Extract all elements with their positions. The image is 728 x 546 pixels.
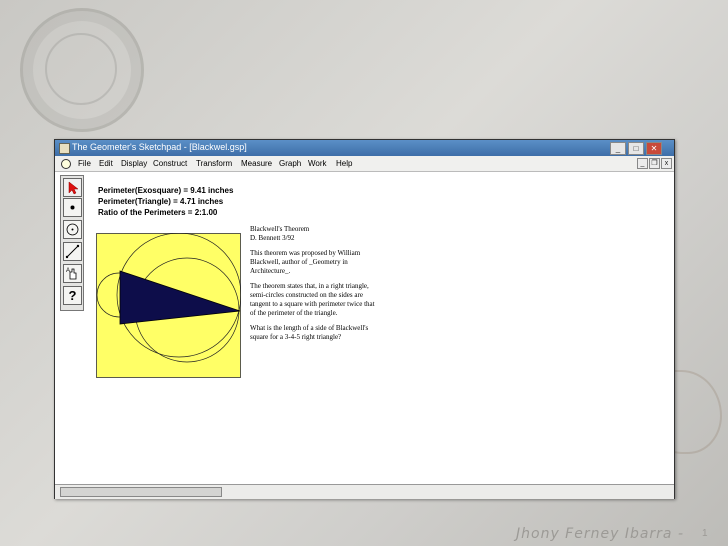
perimeter-triangle-readout[interactable]: Perimeter(Triangle) = 4.71 inches xyxy=(98,196,233,207)
theorem-caption[interactable]: Blackwell's Theorem D. Bennett 3/92 This … xyxy=(250,225,380,348)
caption-paragraph-3: The theorem states that, in a right tria… xyxy=(250,282,375,317)
toolbox: A ? xyxy=(60,175,84,311)
straightedge-tool[interactable] xyxy=(63,242,82,261)
maximize-button[interactable]: □ xyxy=(628,142,644,155)
help-tool[interactable]: ? xyxy=(63,286,82,305)
close-button[interactable]: ✕ xyxy=(646,142,662,155)
footer-author: Jhony Ferney Ibarra - xyxy=(516,526,685,542)
text-hand-icon: A xyxy=(66,268,77,280)
doc-minimize-button[interactable]: _ xyxy=(637,158,648,169)
sketchpad-window: The Geometer's Sketchpad - [Blackwel.gsp… xyxy=(54,139,675,499)
ratio-readout[interactable]: Ratio of the Perimeters = 2:1.00 xyxy=(98,207,233,218)
menu-transform[interactable]: Transform xyxy=(196,159,232,168)
slide-number: 1 xyxy=(702,528,708,539)
svg-text:A: A xyxy=(66,268,70,274)
menu-edit[interactable]: Edit xyxy=(99,159,113,168)
arrow-tool[interactable] xyxy=(63,178,82,197)
perimeter-exosquare-readout[interactable]: Perimeter(Exosquare) = 9.41 inches xyxy=(98,185,233,196)
caption-paragraph-2: This theorem was proposed by William Bla… xyxy=(250,249,361,275)
straightedge-icon xyxy=(65,244,80,259)
minimize-button[interactable]: _ xyxy=(610,142,626,155)
measurement-readouts: Perimeter(Exosquare) = 9.41 inches Perim… xyxy=(98,185,233,218)
caption-paragraph-4: What is the length of a side of Blackwel… xyxy=(250,324,369,341)
point-tool[interactable] xyxy=(63,198,82,217)
menu-bar: File Edit Display Construct Transform Me… xyxy=(55,156,674,172)
menu-help[interactable]: Help xyxy=(336,159,352,168)
arrow-icon xyxy=(68,181,79,195)
menu-construct[interactable]: Construct xyxy=(153,159,187,168)
help-icon: ? xyxy=(68,288,77,303)
menu-display[interactable]: Display xyxy=(121,159,147,168)
menu-work[interactable]: Work xyxy=(308,159,327,168)
caption-author: D. Bennett 3/92 xyxy=(250,234,295,242)
caption-title: Blackwell's Theorem xyxy=(250,225,310,233)
point-icon xyxy=(70,205,75,210)
doc-close-button[interactable]: x xyxy=(661,158,672,169)
scrollbar-thumb[interactable] xyxy=(60,487,222,497)
app-icon xyxy=(59,143,70,154)
title-bar: The Geometer's Sketchpad - [Blackwel.gsp… xyxy=(55,140,674,156)
blackwell-diagram[interactable] xyxy=(96,233,241,378)
horizontal-scrollbar[interactable] xyxy=(55,484,674,499)
menu-file[interactable]: File xyxy=(78,159,91,168)
university-seal-watermark xyxy=(20,8,144,132)
document-icon[interactable] xyxy=(61,159,71,169)
window-title: The Geometer's Sketchpad - [Blackwel.gsp… xyxy=(72,142,247,152)
compass-tool[interactable] xyxy=(63,220,82,239)
compass-icon xyxy=(66,223,79,236)
text-tool[interactable]: A xyxy=(63,264,82,283)
menu-measure[interactable]: Measure xyxy=(241,159,272,168)
doc-restore-button[interactable]: ❐ xyxy=(649,158,660,169)
menu-graph[interactable]: Graph xyxy=(279,159,301,168)
